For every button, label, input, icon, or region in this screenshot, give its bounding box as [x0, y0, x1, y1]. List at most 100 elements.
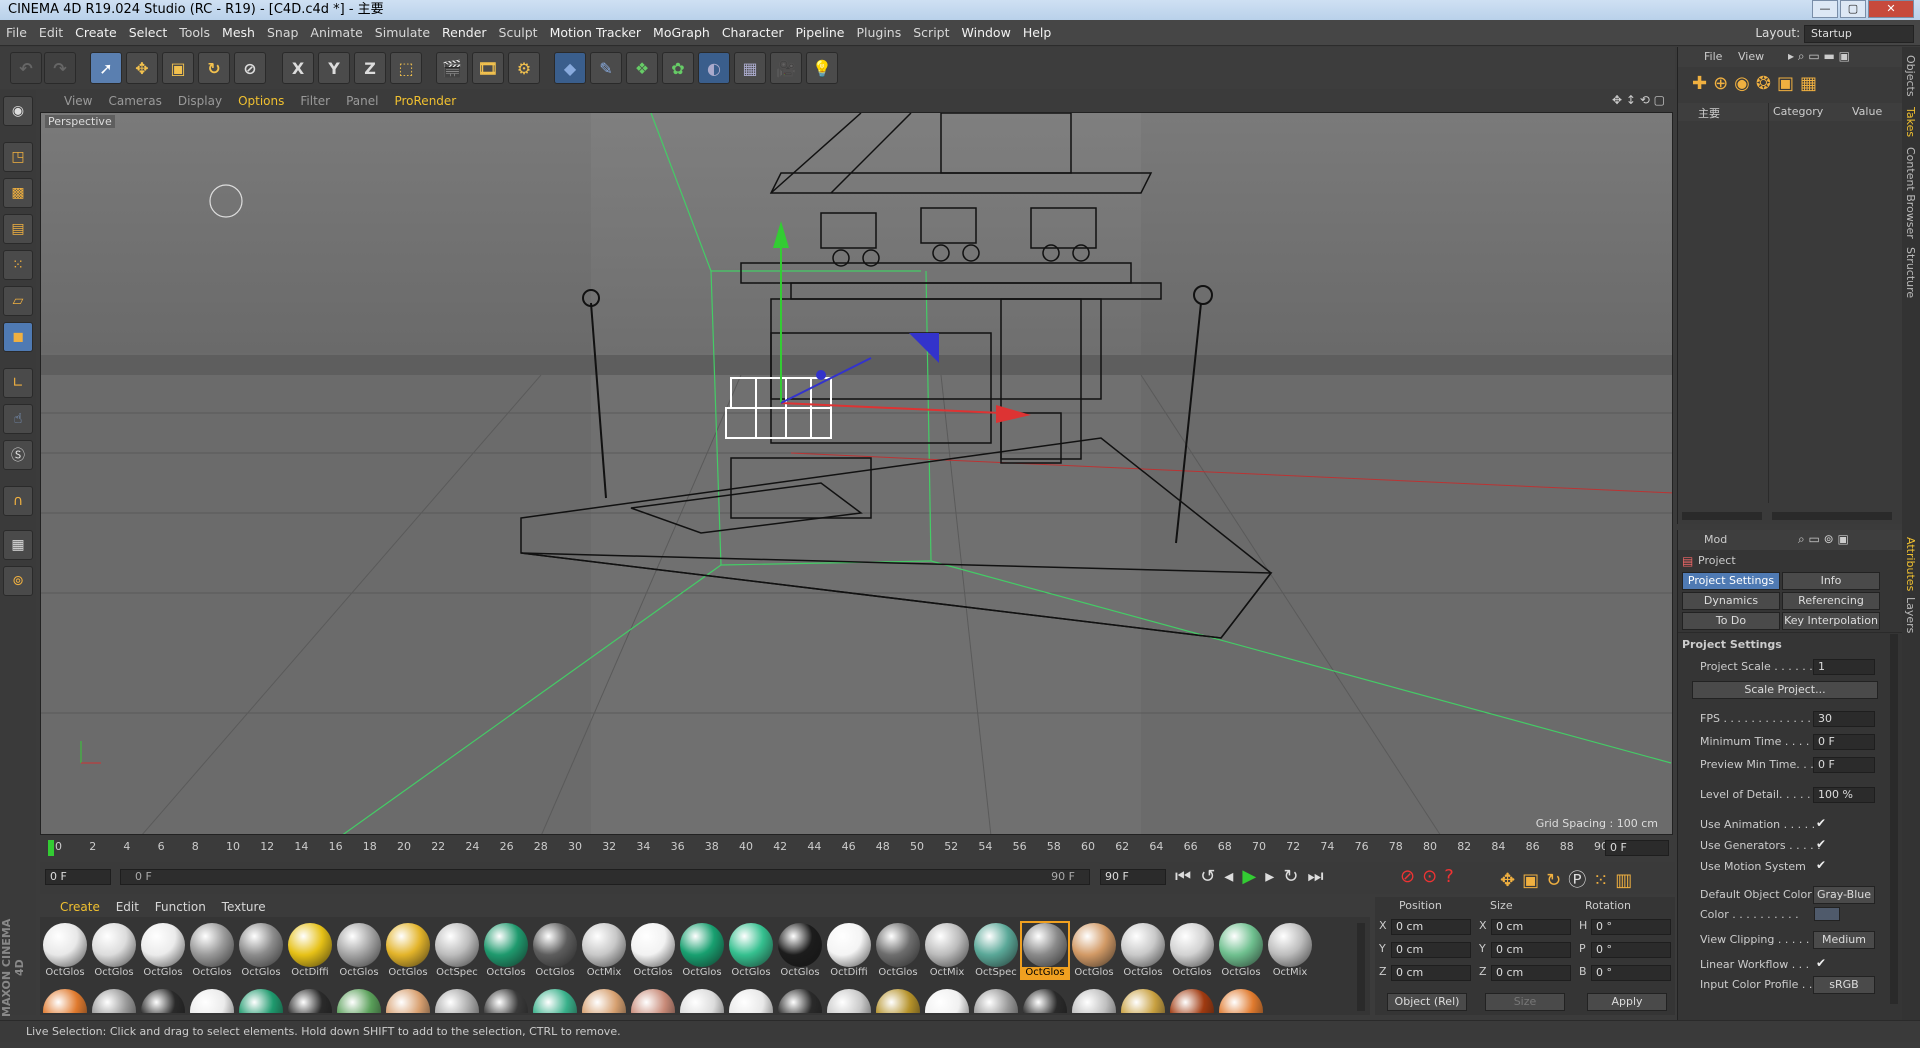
material-swatch[interactable]: [924, 989, 970, 1013]
material-swatch[interactable]: [91, 989, 137, 1013]
input-color-profile-dropdown[interactable]: sRGB: [1813, 976, 1875, 994]
attributes-scrollbar[interactable]: [1890, 634, 1898, 1004]
material-swatch[interactable]: OctMix: [1267, 923, 1313, 978]
material-swatch[interactable]: OctGlos: [777, 923, 823, 978]
use-animation-checkbox[interactable]: ✔: [1816, 816, 1826, 830]
key-scale-icon[interactable]: ▣: [1522, 870, 1546, 891]
rotation-field[interactable]: 0 °: [1591, 965, 1671, 981]
menu-help[interactable]: Help: [1017, 20, 1058, 46]
position-field[interactable]: 0 cm: [1391, 965, 1471, 981]
material-swatch[interactable]: OctDiffi: [287, 923, 333, 978]
locked-workplane-icon[interactable]: ▦: [3, 530, 33, 560]
objects-hscroll-left[interactable]: [1682, 512, 1762, 520]
material-swatch[interactable]: OctGlos: [1218, 923, 1264, 978]
linear-workflow-checkbox[interactable]: ✔: [1816, 956, 1826, 970]
objects-menu-file[interactable]: File: [1704, 50, 1722, 63]
side-tab-content-browser[interactable]: Content Browser: [1904, 147, 1917, 239]
close-button[interactable]: ✕: [1868, 0, 1914, 18]
viewport-navigation-icons[interactable]: ✥ ↕ ⟲ ▢: [1612, 93, 1665, 107]
material-swatch[interactable]: OctGlos: [189, 923, 235, 978]
tab-to-do[interactable]: To Do: [1682, 612, 1780, 630]
prev-key-icon[interactable]: ↺: [1200, 866, 1224, 887]
material-swatch[interactable]: [973, 989, 1019, 1013]
material-swatch[interactable]: [1120, 989, 1166, 1013]
move-icon[interactable]: ✥: [126, 52, 158, 84]
objects-menu-view[interactable]: View: [1738, 50, 1764, 63]
key-rotation-icon[interactable]: ↻: [1546, 870, 1568, 891]
snap-magnet-icon[interactable]: ∩: [3, 486, 33, 516]
material-swatch[interactable]: OctGlos: [91, 923, 137, 978]
level-of-detail-field[interactable]: 100 %: [1813, 787, 1875, 803]
material-swatch[interactable]: [434, 989, 480, 1013]
perspective-viewport[interactable]: Perspective Grid Spacing : 100 cm: [40, 112, 1673, 835]
playback-controls[interactable]: ⏮↺◂▶▸↻⏭: [1175, 866, 1333, 887]
material-swatch[interactable]: [728, 989, 774, 1013]
menu-render[interactable]: Render: [436, 20, 493, 46]
menu-tools[interactable]: Tools: [173, 20, 216, 46]
rotation-field[interactable]: 0 °: [1591, 942, 1671, 958]
side-tab-structure[interactable]: Structure: [1904, 247, 1917, 298]
material-swatch[interactable]: OctGlos: [385, 923, 431, 978]
material-swatch[interactable]: OctSpec: [973, 923, 1019, 978]
x-axis-lock-button[interactable]: X: [282, 52, 314, 84]
cube-icon[interactable]: ◆: [554, 52, 586, 84]
viewport-menu-cameras[interactable]: Cameras: [100, 90, 169, 112]
timeline-ruler[interactable]: 0 2 4 6 8 10 12 14 16 18 20 22 24 26 28 30 32 34 36 38 40 42 4…: [40, 837, 1675, 859]
keyframe-selection-icon[interactable]: ?: [1444, 866, 1461, 887]
maximize-button[interactable]: ▢: [1840, 0, 1866, 18]
y-axis-lock-button[interactable]: Y: [318, 52, 350, 84]
material-swatch[interactable]: OctGlos: [336, 923, 382, 978]
next-key-icon[interactable]: ↻: [1283, 866, 1307, 887]
planar-workplane-icon[interactable]: ⊚: [3, 566, 33, 596]
material-swatch[interactable]: OctGlos: [238, 923, 284, 978]
polygons-mode-icon[interactable]: ◼: [3, 322, 33, 352]
pen-spline-icon[interactable]: ✎: [590, 52, 622, 84]
side-tab-takes[interactable]: Takes: [1904, 107, 1917, 137]
minimize-button[interactable]: —: [1812, 0, 1838, 18]
material-menu-function[interactable]: Function: [149, 897, 212, 917]
viewport-menu-panel[interactable]: Panel: [338, 90, 386, 112]
material-swatch[interactable]: [581, 989, 627, 1013]
tab-info[interactable]: Info: [1782, 572, 1880, 590]
record-controls[interactable]: ⊘⊙?: [1400, 866, 1461, 887]
apply-button[interactable]: Apply: [1587, 993, 1667, 1011]
material-swatch[interactable]: OctGlos: [1071, 923, 1117, 978]
prev-frame-icon[interactable]: ◂: [1224, 866, 1242, 887]
viewport-menu-display[interactable]: Display: [170, 90, 230, 112]
material-swatch[interactable]: OctGlos: [875, 923, 921, 978]
preview-min-time-field[interactable]: 0 F: [1813, 757, 1875, 773]
attributes-toolbar-icons[interactable]: ⌕ ▭ ⊚ ▣: [1798, 532, 1849, 547]
material-swatch[interactable]: [238, 989, 284, 1013]
coordinate-mode-dropdown[interactable]: Object (Rel): [1387, 993, 1467, 1011]
position-field[interactable]: 0 cm: [1391, 919, 1471, 935]
material-swatch[interactable]: [826, 989, 872, 1013]
edit-render-settings-icon[interactable]: ⚙: [508, 52, 540, 84]
material-swatch[interactable]: [1218, 989, 1264, 1013]
viewport-menu-filter[interactable]: Filter: [292, 90, 338, 112]
cloner-icon[interactable]: ✿: [662, 52, 694, 84]
viewport-menu-view[interactable]: View: [56, 90, 100, 112]
material-swatch[interactable]: [777, 989, 823, 1013]
z-axis-lock-button[interactable]: Z: [354, 52, 386, 84]
autokey-icon[interactable]: ⊙: [1422, 866, 1444, 887]
attributes-mode-menu[interactable]: Mod: [1704, 533, 1727, 546]
menu-mesh[interactable]: Mesh: [216, 20, 261, 46]
default-object-color-dropdown[interactable]: Gray-Blue: [1813, 886, 1875, 904]
material-swatch[interactable]: [189, 989, 235, 1013]
render-to-picture-viewer-icon[interactable]: 🎞: [472, 52, 504, 84]
recent-tool-icon[interactable]: ⊘: [234, 52, 266, 84]
viewport-menu-options[interactable]: Options: [230, 90, 292, 112]
material-swatch[interactable]: [140, 989, 186, 1013]
end-frame-field[interactable]: 90 F: [1100, 869, 1166, 885]
make-editable-icon[interactable]: ◉: [3, 96, 33, 126]
menu-snap[interactable]: Snap: [261, 20, 304, 46]
model-mode-icon[interactable]: ◳: [3, 142, 33, 172]
material-scrollbar[interactable]: [1357, 923, 1365, 1011]
menu-pipeline[interactable]: Pipeline: [790, 20, 851, 46]
material-swatch[interactable]: OctGlos: [42, 923, 88, 978]
record-icon[interactable]: ⊘: [1400, 866, 1422, 887]
menu-create[interactable]: Create: [69, 20, 123, 46]
material-swatch[interactable]: OctGlos: [1169, 923, 1215, 978]
key-pla-icon[interactable]: ⁙: [1593, 870, 1615, 891]
layout-selector[interactable]: Layout: Startup: [1755, 20, 1920, 46]
